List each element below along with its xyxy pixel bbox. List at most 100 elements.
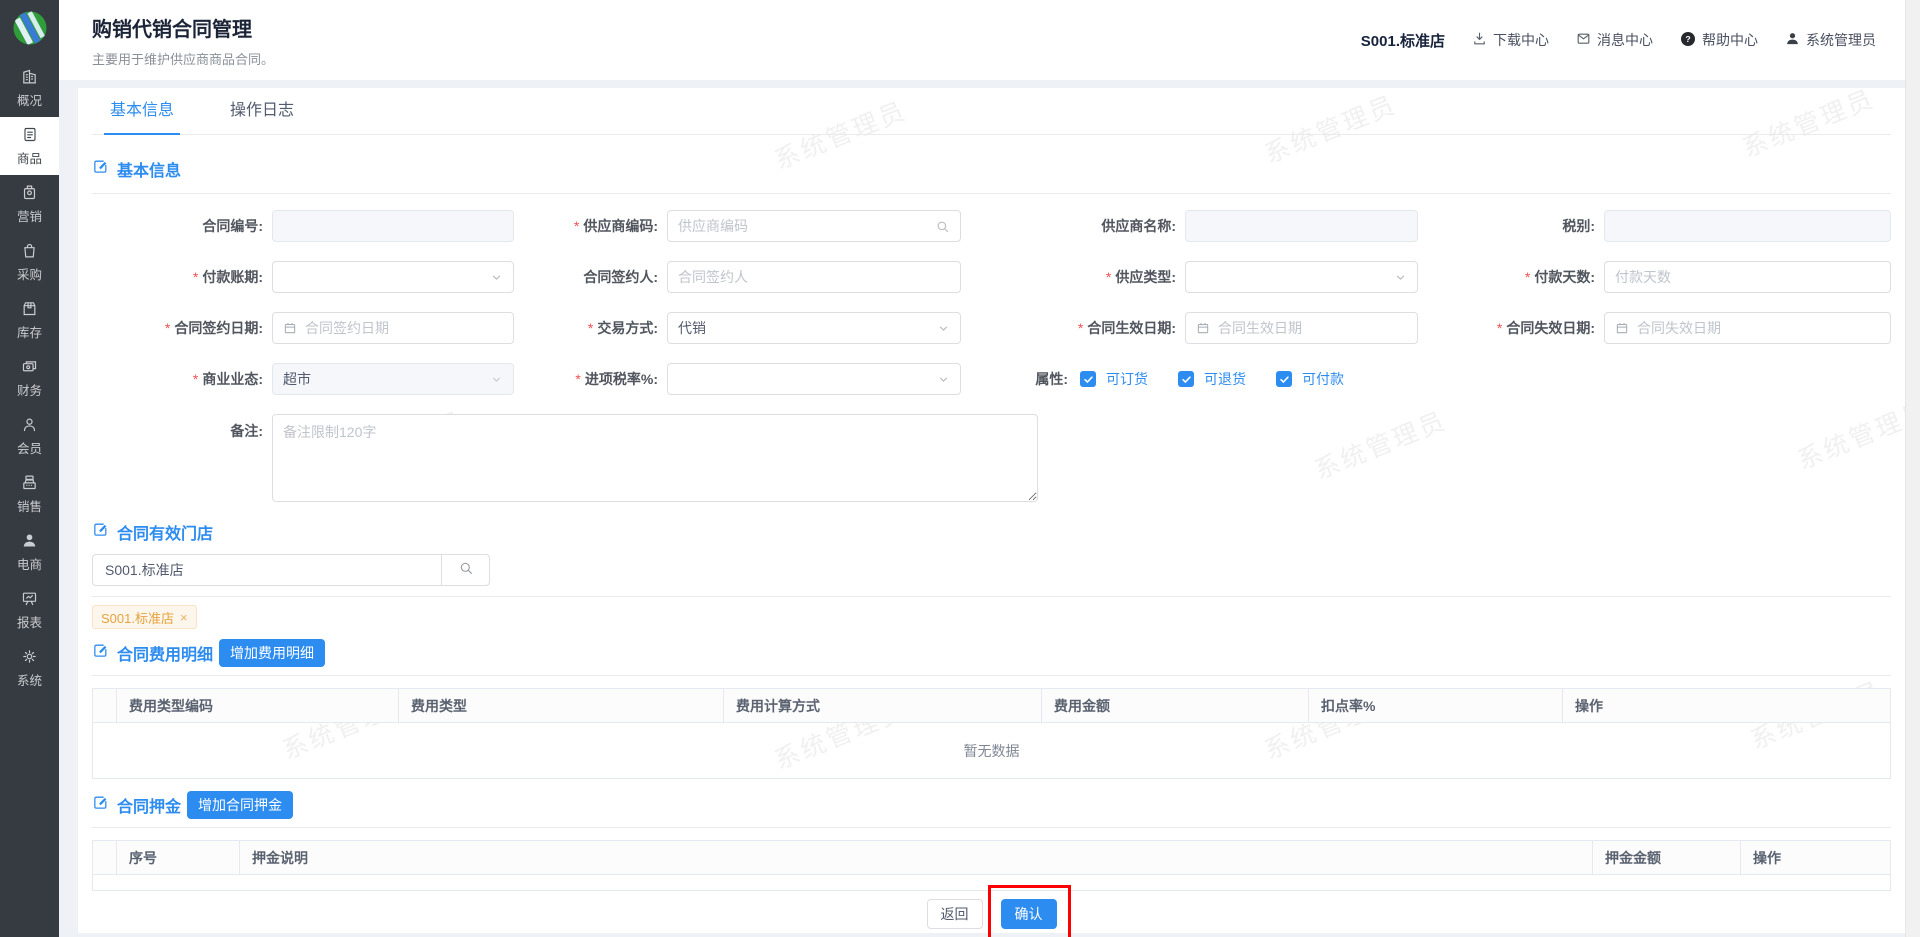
sidebar-item-purchasing[interactable]: 采购: [0, 233, 59, 291]
column-header: 押金金额: [1592, 840, 1741, 875]
add-fee-detail-button[interactable]: 增加费用明细: [219, 639, 326, 667]
signer-label: 合同签约人:: [583, 269, 658, 285]
sidebar: 概况 商品 营销 采购 库存 财务 会员 销售 电商 报表 系统: [0, 0, 59, 937]
payment-days-field[interactable]: [1604, 261, 1891, 293]
chevron-down-icon: [1394, 271, 1407, 284]
sidebar-item-label: 商品: [16, 152, 42, 166]
sign-date-label: * 合同签约日期:: [164, 320, 263, 336]
section-fee-details: 合同费用明细 增加费用明细: [92, 639, 1891, 667]
select-column-header: [92, 840, 117, 875]
column-header: 操作: [1562, 688, 1891, 723]
sidebar-item-label: 概况: [16, 94, 42, 108]
tab-bar: 基本信息 操作日志: [92, 88, 1891, 135]
sidebar-item-goods[interactable]: 商品: [0, 117, 59, 175]
tag-close-icon[interactable]: ×: [180, 610, 188, 625]
content-area: 系统管理员 系统管理员 系统管理员 系统管理员 系统管理员 系统管理员 系统管理员 系统管理员…: [59, 80, 1920, 937]
checkbox-payable[interactable]: 可付款: [1276, 369, 1344, 389]
section-valid-stores: 合同有效门店: [92, 520, 1891, 544]
app-window: 概况 商品 营销 采购 库存 财务 会员 销售 电商 报表 系统 购销代销合同管…: [0, 0, 1920, 937]
payment-period-select[interactable]: [272, 261, 514, 293]
message-center[interactable]: 消息中心: [1576, 30, 1653, 50]
main-area: 购销代销合同管理 主要用于维护供应商商品合同。 S001.标准店 下载中心 消息…: [59, 0, 1920, 937]
business-format-select[interactable]: 超市: [272, 363, 514, 395]
column-header: 押金说明: [239, 840, 1593, 875]
search-icon[interactable]: [935, 219, 950, 234]
column-header: 费用类型编码: [116, 688, 399, 723]
supply-type-select[interactable]: [1185, 261, 1418, 293]
person-filled-icon: [0, 532, 59, 549]
select-column-header: [92, 688, 117, 723]
tab-basic-info[interactable]: 基本信息: [104, 96, 181, 135]
sidebar-item-label: 会员: [16, 442, 42, 456]
current-user[interactable]: 系统管理员: [1785, 30, 1876, 50]
calendar-icon: [1615, 321, 1629, 335]
add-deposit-button[interactable]: 增加合同押金: [187, 791, 294, 819]
fee-table-empty: 暂无数据: [92, 723, 1891, 779]
input-tax-rate-label: * 进项税率%:: [575, 371, 658, 387]
sidebar-item-finance[interactable]: 财务: [0, 349, 59, 407]
help-icon: ?: [1680, 31, 1696, 50]
document-icon: [0, 126, 59, 143]
checkbox-checked-icon: [1080, 371, 1096, 387]
user-icon: [1785, 31, 1800, 49]
checkbox-orderable[interactable]: 可订货: [1080, 369, 1148, 389]
sidebar-item-label: 电商: [16, 558, 42, 572]
contract-no-field: [272, 210, 514, 242]
tax-type-field: [1604, 210, 1891, 242]
input-tax-rate-select[interactable]: [667, 363, 961, 395]
checkbox-returnable[interactable]: 可退货: [1178, 369, 1246, 389]
expiry-date-field[interactable]: [1604, 312, 1891, 344]
sidebar-item-label: 库存: [16, 326, 42, 340]
register-icon: [0, 474, 59, 491]
business-format-label: * 商业业态:: [192, 371, 263, 387]
effective-date-field[interactable]: [1185, 312, 1418, 344]
column-header: 扣点率%: [1308, 688, 1563, 723]
svg-text:?: ?: [1685, 34, 1690, 44]
mail-icon: [1576, 31, 1591, 49]
sidebar-item-label: 报表: [16, 616, 42, 630]
effective-date-label: * 合同生效日期:: [1077, 320, 1176, 336]
store-search-button[interactable]: [441, 554, 490, 586]
chevron-down-icon: [937, 322, 950, 335]
tax-type-label: 税别:: [1562, 218, 1595, 234]
checkbox-checked-icon: [1276, 371, 1292, 387]
trade-mode-label: * 交易方式:: [587, 320, 658, 336]
sidebar-item-overview[interactable]: 概况: [0, 59, 59, 117]
sidebar-item-ecommerce[interactable]: 电商: [0, 523, 59, 581]
current-store[interactable]: S001.标准店: [1361, 30, 1445, 51]
sidebar-item-system[interactable]: 系统: [0, 639, 59, 697]
vertical-scrollbar[interactable]: [1905, 0, 1920, 937]
edit-icon: [92, 158, 109, 180]
supplier-code-field[interactable]: [667, 210, 961, 242]
sidebar-item-label: 采购: [16, 268, 42, 282]
tab-operation-log[interactable]: 操作日志: [224, 96, 300, 135]
sidebar-item-sales[interactable]: 销售: [0, 465, 59, 523]
back-button[interactable]: 返回: [926, 899, 983, 929]
column-header: 费用金额: [1041, 688, 1309, 723]
chevron-down-icon: [937, 373, 950, 386]
remark-textarea[interactable]: [272, 414, 1038, 502]
basic-info-form: 合同编号: *供应商编码: 供应商名称: 税别:: [92, 194, 1891, 502]
contract-no-label: 合同编号:: [202, 218, 263, 234]
divider: [92, 827, 1891, 828]
store-search-input[interactable]: [92, 554, 441, 586]
sign-date-field[interactable]: [272, 312, 514, 344]
sidebar-item-reports[interactable]: 报表: [0, 581, 59, 639]
box-icon: [0, 300, 59, 317]
sidebar-item-members[interactable]: 会员: [0, 407, 59, 465]
app-logo: [12, 10, 48, 51]
download-center[interactable]: 下载中心: [1472, 30, 1549, 50]
sidebar-item-inventory[interactable]: 库存: [0, 291, 59, 349]
badge-icon: [0, 184, 59, 201]
trade-mode-select[interactable]: 代销: [667, 312, 961, 344]
help-center[interactable]: ? 帮助中心: [1680, 30, 1758, 50]
topbar-right: S001.标准店 下载中心 消息中心 ? 帮助中心 系统管理员: [1361, 30, 1876, 51]
column-header: 操作: [1740, 840, 1891, 875]
sidebar-item-marketing[interactable]: 营销: [0, 175, 59, 233]
edit-icon: [92, 521, 109, 543]
fee-details-table: 费用类型编码 费用类型 费用计算方式 费用金额 扣点率% 操作: [92, 688, 1891, 723]
signer-field[interactable]: [667, 261, 961, 293]
confirm-button[interactable]: 确认: [1000, 899, 1057, 929]
deposit-table: 序号 押金说明 押金金额 操作: [92, 840, 1891, 875]
attributes-group: 属性: 可订货 可退货 可付款: [961, 369, 1891, 389]
